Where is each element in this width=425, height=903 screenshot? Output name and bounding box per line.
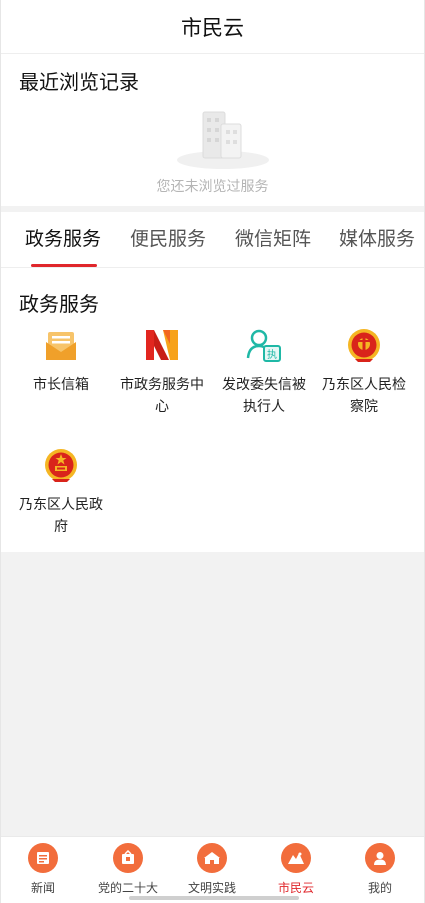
nav-civilization-practice[interactable]: 文明实践 — [177, 843, 247, 896]
service-label: 乃东区人民政府 — [19, 497, 103, 535]
nav-label: 文明实践 — [187, 881, 236, 895]
citizen-cloud-icon — [281, 843, 311, 873]
service-label: 发改委失信被 执行人 — [222, 377, 306, 415]
top-bar: 市民云 — [1, 0, 424, 54]
services-heading: 政务服务 — [19, 292, 99, 316]
national-emblem — [45, 449, 77, 482]
nav-news[interactable]: 新闻 — [8, 843, 78, 896]
recent-browsing-section: 最近浏览记录 您还未浏览过服务 — [1, 54, 424, 206]
news-icon — [28, 843, 58, 873]
person-enforcement-icon: 执 — [246, 329, 281, 362]
nav-party-congress[interactable]: 党的二十大 — [93, 843, 163, 896]
service-tabs: 政务服务 便民服务 微信矩阵 媒体服务 — [1, 212, 424, 268]
tab-wechat-matrix[interactable]: 微信矩阵 — [235, 224, 311, 251]
service-label: 市长信箱 — [33, 377, 89, 393]
tab-media-services[interactable]: 媒体服务 — [339, 224, 415, 251]
mailbox-icon — [46, 332, 76, 360]
service-dishonest-persons[interactable]: 执 发改委失信被 执行人 — [219, 326, 309, 418]
recent-browsing-title: 最近浏览记录 — [19, 70, 139, 94]
nav-profile[interactable]: 我的 — [345, 843, 415, 896]
nav-label: 新闻 — [30, 881, 55, 895]
civilization-icon — [197, 843, 227, 873]
home-indicator — [129, 896, 299, 900]
service-gov-center[interactable]: 市政务服务中心 — [117, 326, 207, 418]
page-title: 市民云 — [181, 15, 244, 40]
service-label: 市政务服务中心 — [120, 377, 204, 415]
service-district-government[interactable]: 乃东区人民政府 — [16, 446, 106, 538]
service-label: 乃东区人民检 察院 — [322, 377, 406, 415]
empty-buildings-illustration — [177, 111, 269, 169]
empty-state-text: 您还未浏览过服务 — [156, 179, 269, 195]
nav-label: 市民云 — [277, 881, 314, 895]
procuratorate-emblem — [348, 329, 380, 362]
profile-icon — [365, 843, 395, 873]
nav-label: 我的 — [367, 881, 392, 895]
bottom-navigation: 新闻 党的二十大 文明实践 市民云 我的 — [1, 836, 424, 903]
service-mayor-mailbox[interactable]: 市长信箱 — [16, 326, 106, 396]
active-tab-indicator — [31, 264, 97, 267]
services-panel: 政务服务 便民服务 微信矩阵 媒体服务 政务服务 市长信箱 市政务服务中 心 执… — [1, 212, 424, 552]
tab-convenience-services[interactable]: 便民服务 — [130, 224, 206, 251]
gov-service-center-logo — [146, 330, 178, 360]
nav-label: 党的二十大 — [97, 881, 158, 895]
svg-text:执: 执 — [267, 348, 277, 361]
nav-citizen-cloud[interactable]: 市民云 — [261, 843, 331, 896]
party-icon — [113, 843, 143, 873]
app-screen: 市民云 最近浏览记录 您还未浏览过服务 政务服务 便民服务 微信矩阵 媒体服务 … — [0, 0, 425, 903]
service-procuratorate[interactable]: 乃东区人民检 察院 — [319, 326, 409, 418]
tab-gov-services[interactable]: 政务服务 — [25, 224, 101, 251]
